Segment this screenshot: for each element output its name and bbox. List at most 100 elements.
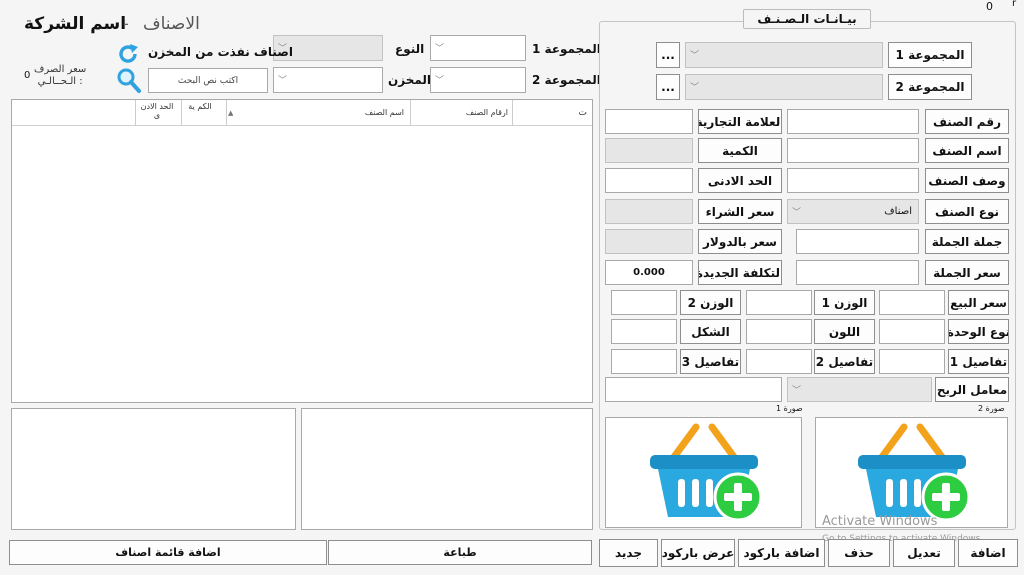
item-number-input[interactable]: [787, 109, 919, 134]
group1-more-button[interactable]: ...: [656, 42, 680, 68]
image1-label: صورة 1: [776, 404, 803, 413]
details3-input[interactable]: [611, 349, 677, 374]
table-header: ت ارقام الصنف اسم الصنف ▲ الكم ية الحد ا…: [12, 100, 592, 126]
refresh-icon[interactable]: [116, 42, 140, 66]
col-divider: [226, 100, 227, 126]
details1-input[interactable]: [879, 349, 945, 374]
col-divider: [410, 100, 411, 126]
col-item-number[interactable]: ارقام الصنف: [414, 108, 508, 117]
out-of-stock-label[interactable]: اصناف نفذت من المخزن: [148, 45, 293, 59]
wholesale-price-input[interactable]: [796, 260, 919, 285]
weight1-label: الوزن 1: [814, 290, 875, 315]
edit-button[interactable]: تعديل: [893, 539, 955, 567]
sale-price-input[interactable]: [879, 290, 945, 315]
col-divider: [181, 100, 182, 126]
sort-up-icon: ▲: [228, 109, 234, 117]
group1-filter-select[interactable]: ﹀: [430, 35, 526, 61]
chevron-down-icon: ﹀: [690, 83, 700, 94]
new-cost-value: 0.000: [605, 260, 693, 285]
profit-factor-label: معامل الربح: [935, 377, 1009, 402]
item-name-input[interactable]: [787, 138, 919, 163]
item-type-label: نوع الصنف: [925, 199, 1009, 224]
basket-add-icon: [857, 423, 970, 521]
usd-price-field: [605, 229, 693, 254]
new-cost-label: التكلفة الجديدة: [698, 260, 782, 285]
items-table[interactable]: ت ارقام الصنف اسم الصنف ▲ الكم ية الحد ا…: [11, 99, 593, 403]
exchange-rate-label: سعر الصرف الـحــالـي :: [34, 64, 86, 88]
wholesale-qty-input[interactable]: [796, 229, 919, 254]
search-input[interactable]: اكتب نص البحث: [148, 68, 268, 93]
image1-box[interactable]: [605, 417, 802, 528]
wholesale-price-label: سعر الجملة: [925, 260, 1009, 285]
add-barcode-button[interactable]: اضافة باركود: [738, 539, 825, 567]
details2-input[interactable]: [746, 349, 812, 374]
exchange-rate-line1: سعر الصرف: [34, 64, 87, 75]
group1-button[interactable]: المجموعة 1: [888, 42, 972, 68]
print-button[interactable]: طباعة: [328, 540, 592, 565]
profit-factor-input[interactable]: [605, 377, 782, 402]
col-item-name[interactable]: اسم الصنف: [242, 108, 404, 117]
store-filter-select[interactable]: ﹀: [273, 67, 383, 93]
item-type-select[interactable]: ﹀ اصناف: [787, 199, 919, 224]
usd-price-label: سعر بالدولار: [698, 229, 782, 254]
add-button[interactable]: اضافة: [958, 539, 1018, 567]
group2-select[interactable]: ﹀: [685, 74, 883, 100]
chevron-down-icon: ﹀: [435, 44, 445, 55]
col-quantity[interactable]: الكم ية: [184, 102, 216, 111]
min-limit-label: الحد الادنى: [698, 168, 782, 193]
unit-type-input[interactable]: [879, 319, 945, 344]
group2-more-button[interactable]: ...: [656, 74, 680, 100]
col-divider: [135, 100, 136, 126]
image2-label: صورة 2: [978, 404, 1005, 413]
search-icon[interactable]: [116, 66, 142, 94]
group1-select[interactable]: ﹀: [685, 42, 883, 68]
profit-factor-select[interactable]: ﹀: [787, 377, 932, 402]
details3-label: تفاصيل 3: [680, 349, 741, 374]
details2-label: تفاصيل 2: [814, 349, 875, 374]
description-label: وصف الصنف: [925, 168, 1009, 193]
company-name: اسم الشركة: [24, 14, 127, 34]
item-panel-title: بيـانـات الـصـنـف: [743, 9, 871, 29]
basket-add-icon: [649, 423, 762, 521]
color-label: اللون: [814, 319, 875, 344]
color-input[interactable]: [746, 319, 812, 344]
chevron-down-icon: ﹀: [690, 51, 700, 62]
add-item-list-button[interactable]: اضافة قائمة اصناف: [9, 540, 327, 565]
min-limit-input[interactable]: [605, 168, 693, 193]
weight2-label: الوزن 2: [680, 290, 741, 315]
brand-input[interactable]: [605, 109, 693, 134]
group2-button[interactable]: المجموعة 2: [888, 74, 972, 100]
purchase-price-label: سعر الشراء: [698, 199, 782, 224]
show-barcode-button[interactable]: عرض باركود: [661, 539, 735, 567]
right-bottom-panel: [301, 408, 593, 530]
image2-box[interactable]: [815, 417, 1008, 528]
weight1-input[interactable]: [746, 290, 812, 315]
new-button[interactable]: جديد: [599, 539, 658, 567]
sale-price-label: سعر البيع: [948, 290, 1009, 315]
description-input[interactable]: [787, 168, 919, 193]
brand-label: العلامة التجارية: [698, 109, 782, 134]
chevron-down-icon: ﹀: [792, 207, 802, 218]
unit-type-label: نوع الوحدة: [948, 319, 1009, 344]
search-placeholder: اكتب نص البحث: [177, 75, 239, 86]
delete-button[interactable]: حذف: [828, 539, 890, 567]
item-panel-title-text: بيـانـات الـصـنـف: [757, 12, 857, 26]
exchange-rate-value: 0: [24, 70, 31, 81]
purchase-price-field: [605, 199, 693, 224]
group2-filter-label: المجموعة 2: [532, 73, 601, 87]
chevron-down-icon: ﹀: [435, 76, 445, 87]
chevron-down-icon: ﹀: [792, 385, 802, 396]
item-number-label: رقم الصنف: [925, 109, 1009, 134]
weight2-input[interactable]: [611, 290, 677, 315]
details1-label: تفاصيل 1: [948, 349, 1009, 374]
group2-filter-select[interactable]: ﹀: [430, 67, 526, 93]
col-min-limit[interactable]: الحد الادن ى: [137, 102, 177, 120]
shape-input[interactable]: [611, 319, 677, 344]
quantity-field: [605, 138, 693, 163]
group1-filter-label: المجموعة 1: [532, 42, 601, 56]
store-filter-label: المخزن: [388, 73, 432, 87]
type-filter-label: النوع: [395, 42, 425, 56]
col-index[interactable]: ت: [517, 108, 587, 118]
chevron-down-icon: ﹀: [278, 76, 288, 87]
header-separator: -: [123, 14, 129, 33]
